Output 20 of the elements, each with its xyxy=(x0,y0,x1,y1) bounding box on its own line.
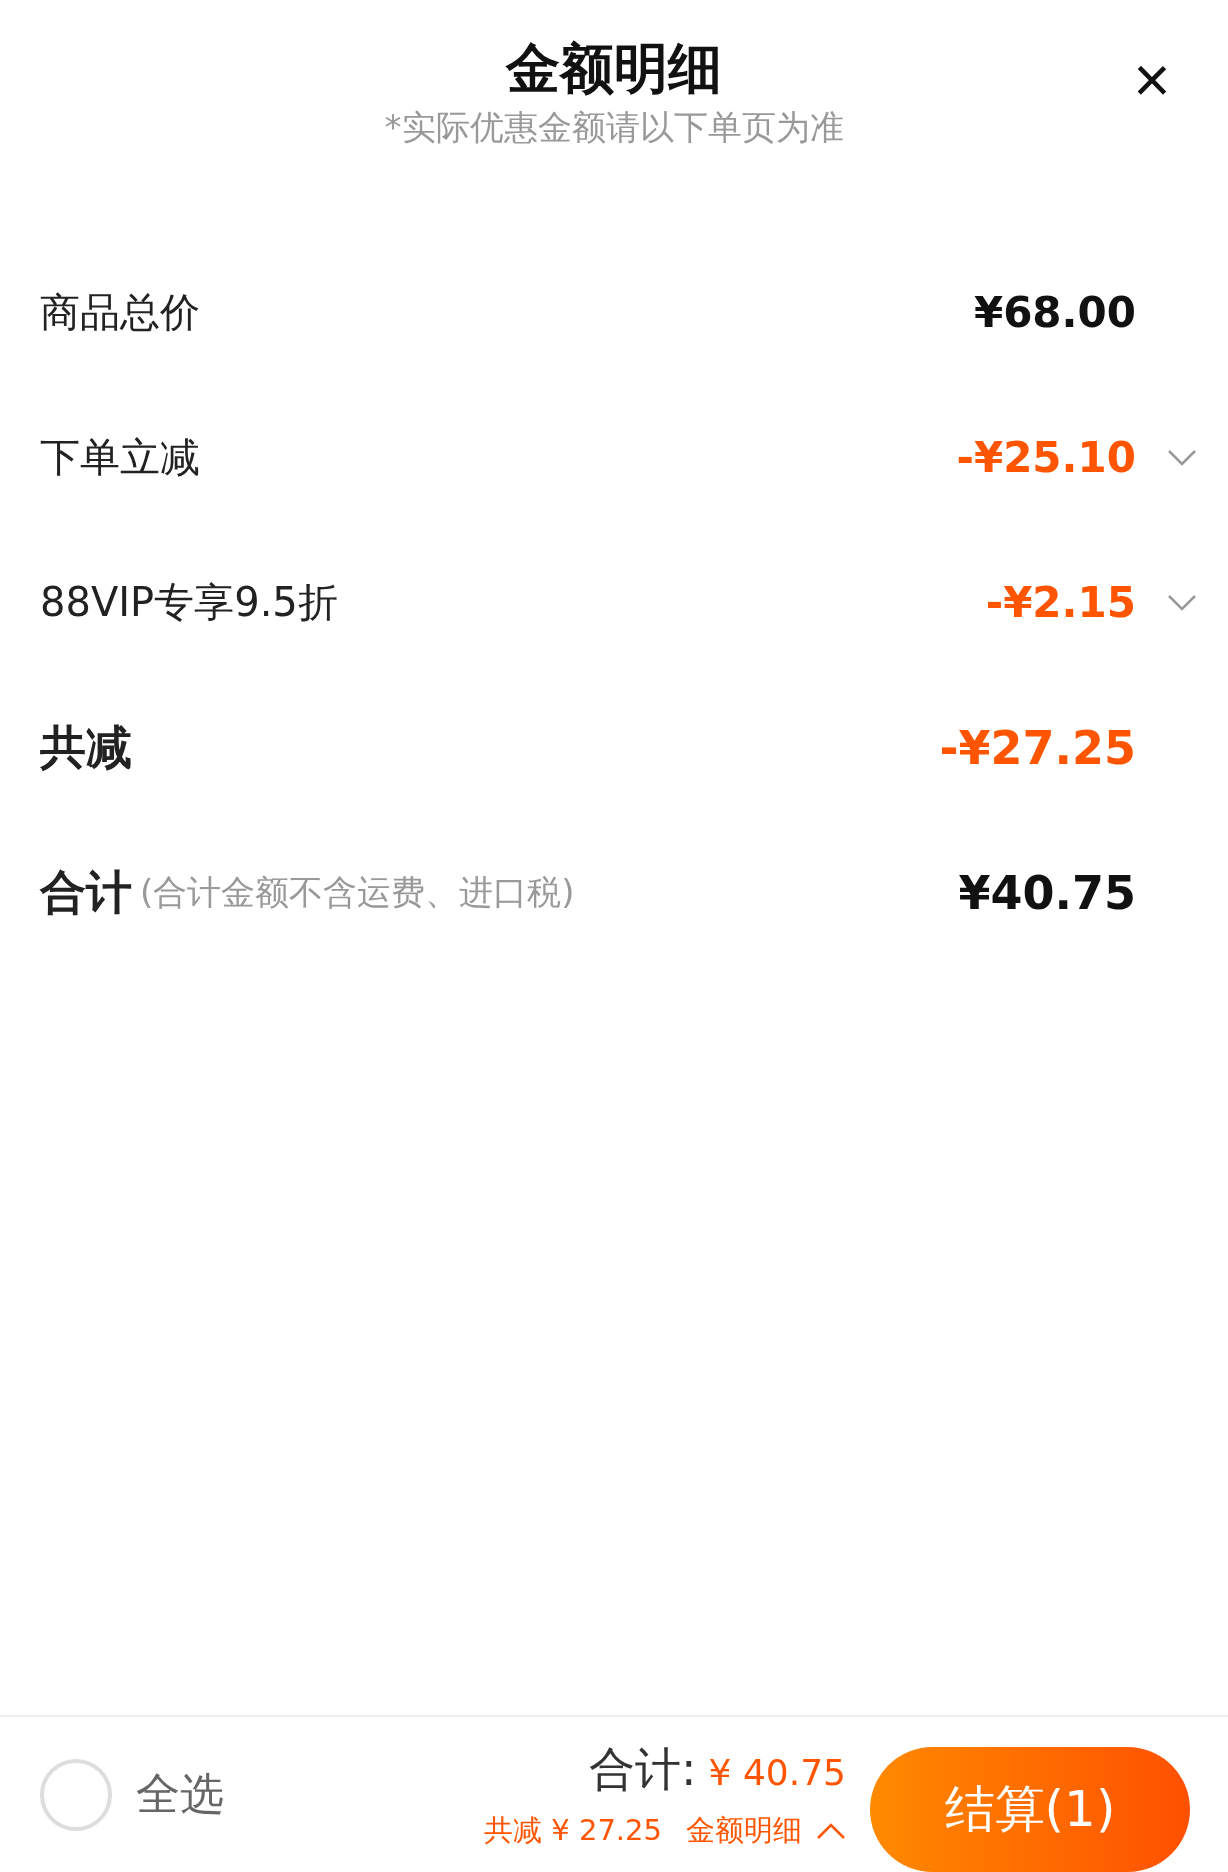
price-label: 合计 xyxy=(40,863,132,921)
price-label: 商品总价 xyxy=(40,288,200,337)
price-amount: -¥2.15 xyxy=(985,578,1136,627)
price-amount: ¥40.75 xyxy=(958,865,1136,920)
total-label: 合计: xyxy=(589,1740,697,1798)
price-note: (合计金额不含运费、进口税) xyxy=(140,870,575,914)
price-amount: ¥68.00 xyxy=(973,288,1136,337)
price-amount: -¥25.10 xyxy=(956,433,1136,482)
details-link[interactable]: 金额明细 xyxy=(686,1810,846,1851)
price-label: 88VIP专享9.5折 xyxy=(40,578,338,627)
price-amount: -¥27.25 xyxy=(939,720,1136,775)
disclaimer-text: *实际优惠金额请以下单页为准 xyxy=(384,106,844,149)
close-button[interactable]: × xyxy=(1124,52,1180,108)
sheet-title: 金额明细 xyxy=(506,36,722,102)
total-amount: ¥ 40.75 xyxy=(708,1751,846,1793)
select-all-label: 全选 xyxy=(136,1767,224,1821)
checkout-button[interactable]: 结算(1) xyxy=(870,1747,1190,1872)
price-label: 共减 xyxy=(40,718,132,776)
price-label: 下单立减 xyxy=(40,433,200,482)
saved-amount: 共减 ¥ 27.25 xyxy=(484,1811,662,1849)
